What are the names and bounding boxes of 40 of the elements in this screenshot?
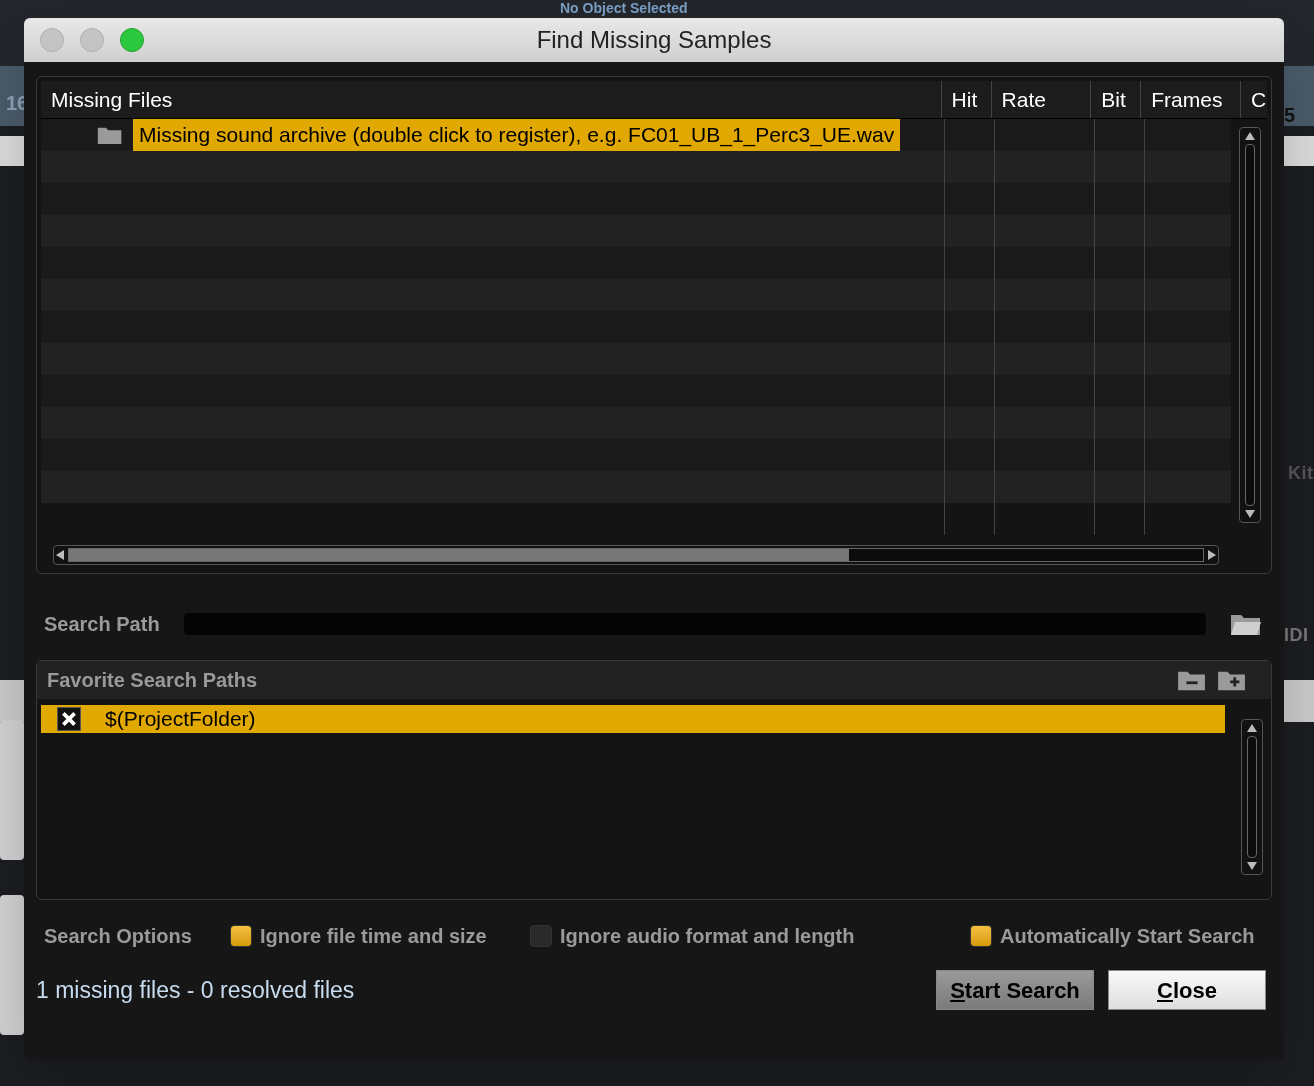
column-header[interactable]: Frames [1141, 81, 1241, 118]
column-header[interactable]: Bit [1091, 81, 1142, 118]
scroll-down-icon[interactable] [1247, 862, 1257, 870]
scroll-right-icon[interactable] [1208, 550, 1216, 560]
panel-label: IDI [1284, 624, 1309, 647]
window-title: Find Missing Samples [536, 25, 772, 55]
search-options-label: Search Options [44, 924, 193, 949]
column-header[interactable]: Rate [991, 81, 1092, 118]
panel-title: Favorite Search Paths [47, 668, 258, 693]
scrollbar-thumb[interactable] [1245, 144, 1255, 506]
dialog-button[interactable]: Close [1108, 970, 1266, 1010]
search-path-label: Search Path [44, 612, 160, 637]
scroll-down-icon[interactable] [1245, 510, 1255, 518]
checkbox[interactable] [530, 925, 552, 947]
option-label: Ignore file time and size [260, 924, 487, 949]
option-label: Automatically Start Search [1000, 924, 1255, 949]
checkbox[interactable] [57, 707, 81, 731]
horizontal-scrollbar[interactable] [53, 545, 1219, 565]
panel-label: Kit [1288, 462, 1314, 485]
scroll-left-icon[interactable] [56, 550, 64, 560]
x-mark-icon [62, 712, 76, 726]
column-header[interactable]: Hit [941, 81, 992, 118]
track-number: 5 [1284, 103, 1296, 128]
favorite-path: $(ProjectFolder) [105, 706, 256, 733]
status-text: 1 missing files - 0 resolved files [36, 975, 355, 1005]
column-header[interactable]: Missing Files [41, 81, 942, 118]
favorite-path-row[interactable]: $(ProjectFolder) [41, 705, 1225, 733]
scroll-up-icon[interactable] [1245, 132, 1255, 140]
option-label: Ignore audio format and length [560, 924, 855, 949]
scrollbar-thumb[interactable] [69, 549, 849, 561]
scrollbar-thumb[interactable] [1247, 736, 1257, 858]
checkbox[interactable] [970, 925, 992, 947]
missing-file-entry[interactable]: Missing sound archive (double click to register), e.g. FC01_UB_1_Perc3_UE.wav [133, 119, 901, 151]
scroll-up-icon[interactable] [1247, 724, 1257, 732]
dialog-button[interactable]: Start Search [936, 970, 1094, 1010]
vertical-scrollbar[interactable] [1241, 719, 1263, 875]
object-title: No Object Selected [560, 0, 688, 17]
column-header[interactable]: C [1241, 81, 1267, 118]
checkbox[interactable] [230, 925, 252, 947]
vertical-scrollbar[interactable] [1239, 127, 1261, 523]
